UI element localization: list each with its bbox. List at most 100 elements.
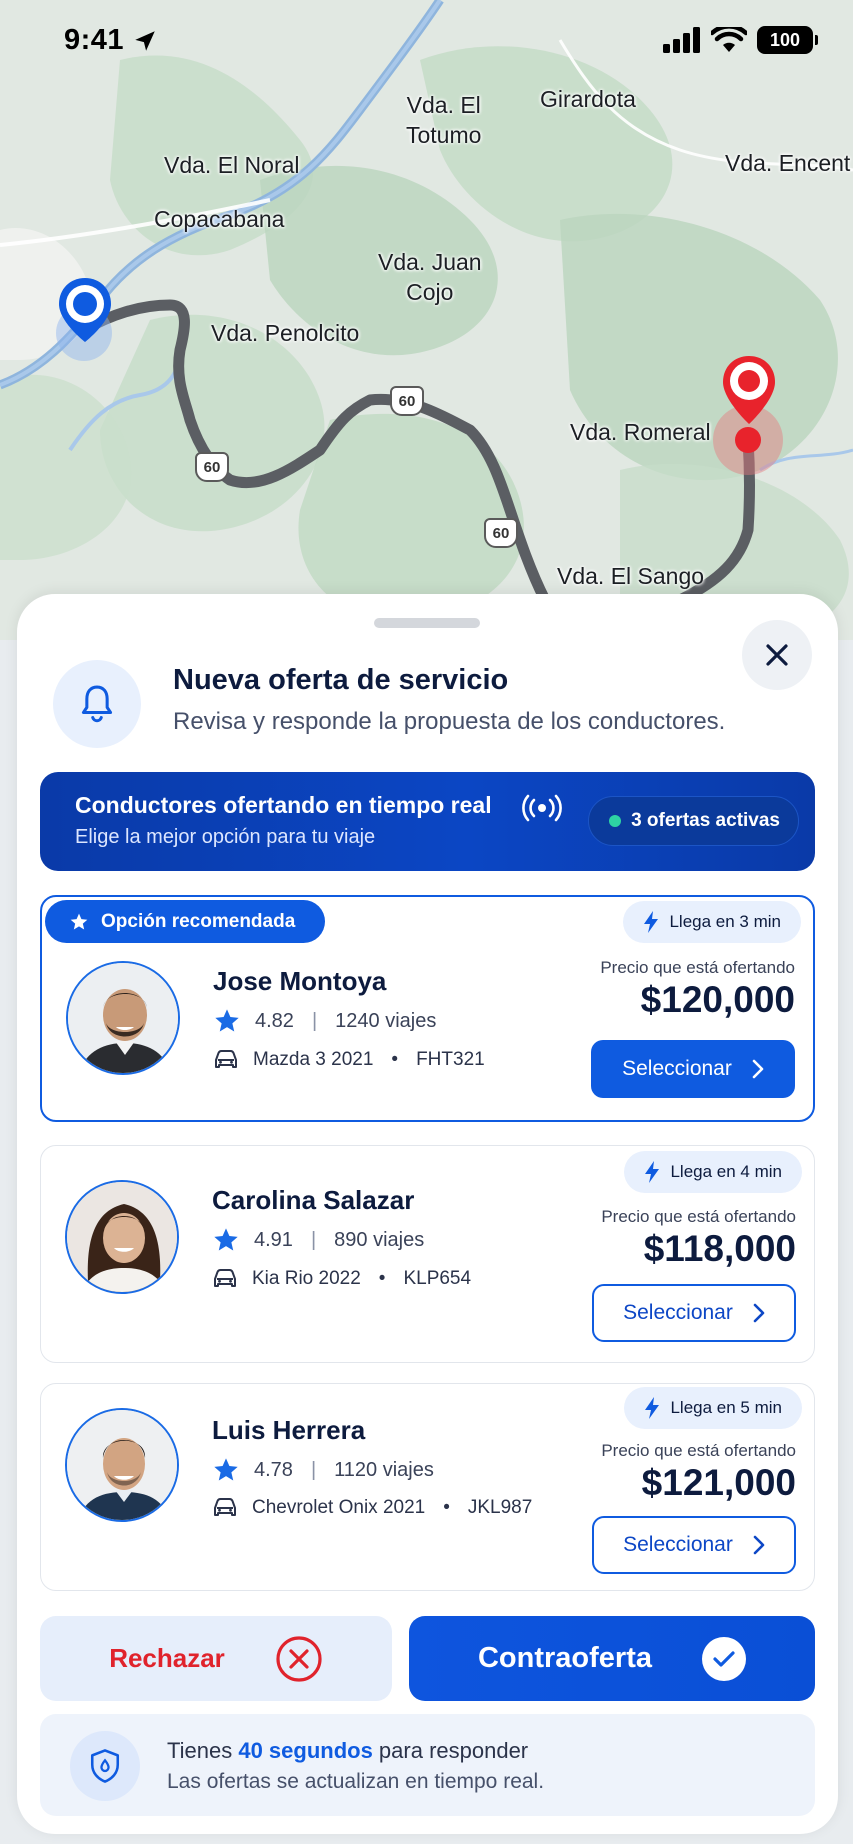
price-label: Precio que está ofertando (601, 1441, 796, 1460)
select-label: Seleccionar (623, 1533, 733, 1556)
select-label: Seleccionar (622, 1057, 732, 1080)
map-label-el-totumo: Vda. El Totumo (406, 92, 482, 148)
timer-suffix: para responder (372, 1738, 529, 1763)
driver-rating: 4.91 | 890 viajes (212, 1226, 424, 1254)
offer-card[interactable]: Llega en 4 min Carolina Salazar 4.91 | 8… (40, 1145, 815, 1363)
counteroffer-label: Contraoferta (477, 1642, 652, 1674)
live-dot-icon (609, 815, 622, 827)
offer-card-recommended[interactable]: Opción recomendada Llega en 3 min Jose M… (40, 895, 815, 1122)
select-button[interactable]: Seleccionar (592, 1284, 796, 1342)
car-separator: • (391, 1049, 399, 1070)
route-shield: 60 (484, 518, 518, 548)
star-icon (215, 1009, 239, 1032)
lightning-icon (645, 1161, 660, 1183)
chevron-right-icon (753, 1303, 765, 1323)
star-icon (214, 1228, 238, 1251)
map-label-juan-cojo: Vda. Juan Cojo (378, 249, 482, 305)
avatar (65, 1408, 179, 1522)
trip-count: 890 viajes (334, 1228, 425, 1251)
wifi-icon (711, 27, 747, 52)
sheet-subtitle: Revisa y responde la propuesta de los co… (173, 708, 726, 735)
bell-icon (81, 685, 113, 723)
price-label: Precio que está ofertando (601, 1207, 796, 1226)
trip-count: 1120 viajes (334, 1458, 434, 1481)
live-banner-subtitle: Elige la mejor opción para tu viaje (75, 826, 376, 848)
select-button[interactable]: Seleccionar (591, 1040, 795, 1098)
lightning-icon (645, 1397, 660, 1419)
car-icon (214, 1269, 236, 1287)
route-shield: 60 (390, 386, 424, 416)
recommended-label: Opción recomendada (101, 910, 296, 932)
map-label-el-sango: Vda. El Sango (557, 563, 705, 589)
star-icon (70, 913, 88, 929)
avatar (65, 1180, 179, 1294)
close-button[interactable] (742, 620, 812, 690)
map-label-girardota: Girardota (540, 86, 636, 112)
star-icon (214, 1458, 238, 1481)
rating-value: 4.78 (254, 1458, 293, 1481)
avatar (66, 961, 180, 1075)
reject-button[interactable]: Rechazar (40, 1616, 392, 1701)
counteroffer-button[interactable]: Contraoferta (409, 1616, 815, 1701)
map-view[interactable]: Vda. El Noral Copacabana Vda. El Totumo … (0, 0, 853, 640)
eta-badge: Llega en 5 min (624, 1387, 802, 1429)
live-broadcast-icon (522, 794, 562, 822)
car-icon (214, 1498, 236, 1516)
driver-car: Chevrolet Onix 2021 • JKL987 (212, 1497, 532, 1519)
route-shield: 60 (195, 452, 229, 482)
driver-car: Mazda 3 2021 • FHT321 (213, 1049, 485, 1071)
driver-car: Kia Rio 2022 • KLP654 (212, 1268, 471, 1290)
car-icon (215, 1050, 237, 1068)
battery-icon: 100 (757, 26, 818, 54)
status-bar: 9:41 100 (0, 0, 853, 84)
price-value: $118,000 (643, 1228, 796, 1269)
check-icon (702, 1636, 746, 1681)
timer-message: Tienes 40 segundos para responder (167, 1738, 528, 1764)
car-plate: JKL987 (467, 1497, 533, 1518)
active-offers-badge: 3 ofertas activas (588, 796, 799, 846)
driver-name: Carolina Salazar (212, 1185, 415, 1215)
driver-rating: 4.82 | 1240 viajes (213, 1007, 436, 1035)
rating-separator: | (311, 1009, 318, 1032)
trip-count: 1240 viajes (335, 1009, 437, 1032)
timer-note: Las ofertas se actualizan en tiempo real… (167, 1770, 545, 1793)
active-offers-count: 3 ofertas activas (631, 810, 780, 831)
eta-label: Llega en 4 min (670, 1162, 782, 1181)
rating-value: 4.91 (254, 1228, 293, 1251)
price-label: Precio que está ofertando (600, 958, 795, 977)
map-label-copacabana: Copacabana (154, 206, 285, 232)
status-time: 9:41 (64, 24, 125, 56)
timer-prefix: Tienes (167, 1738, 239, 1763)
price-value: $120,000 (640, 979, 795, 1020)
car-plate: KLP654 (403, 1268, 472, 1289)
car-plate: FHT321 (416, 1049, 485, 1070)
shield-icon (90, 1749, 120, 1783)
chevron-right-icon (753, 1535, 765, 1555)
offer-card[interactable]: Llega en 5 min Luis Herrera 4.78 | 1120 … (40, 1383, 815, 1591)
destination-pin-icon[interactable] (720, 354, 778, 426)
signal-icon (663, 27, 700, 53)
car-model: Kia Rio 2022 (252, 1268, 361, 1289)
origin-pin-icon[interactable] (56, 276, 114, 348)
select-label: Seleccionar (623, 1301, 733, 1324)
offer-sheet: Nueva oferta de servicio Revisa y respon… (17, 594, 838, 1834)
reject-label: Rechazar (109, 1643, 225, 1673)
map-label-romeral: Vda. Romeral (570, 419, 711, 445)
car-separator: • (443, 1497, 450, 1518)
eta-label: Llega en 5 min (670, 1398, 782, 1417)
driver-rating: 4.78 | 1120 viajes (212, 1456, 434, 1484)
sheet-grabber[interactable] (374, 618, 480, 628)
eta-label: Llega en 3 min (669, 912, 781, 931)
eta-badge: Llega en 3 min (623, 901, 801, 943)
live-banner-title: Conductores ofertando en tiempo real (75, 792, 492, 818)
lightning-icon (644, 911, 659, 933)
eta-badge: Llega en 4 min (624, 1151, 802, 1193)
driver-name: Jose Montoya (213, 966, 387, 996)
car-model: Mazda 3 2021 (253, 1049, 374, 1070)
live-offers-banner: Conductores ofertando en tiempo real Eli… (40, 772, 815, 871)
driver-name: Luis Herrera (212, 1415, 366, 1445)
bell-badge (53, 660, 141, 748)
chevron-right-icon (752, 1059, 764, 1079)
timer-seconds: 40 segundos (238, 1738, 373, 1763)
select-button[interactable]: Seleccionar (592, 1516, 796, 1574)
